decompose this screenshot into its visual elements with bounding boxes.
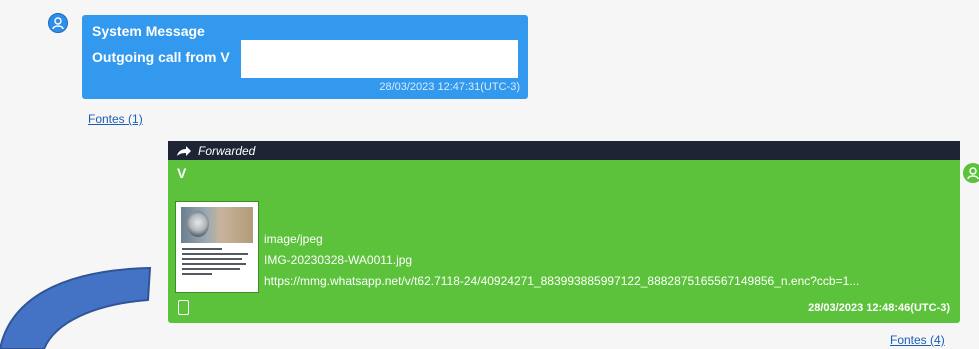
phone-icon	[178, 300, 189, 315]
user-icon	[48, 13, 68, 33]
watch-image	[187, 211, 209, 237]
attachment-url[interactable]: https://mmg.whatsapp.net/v/t62.7118-24/4…	[264, 271, 952, 292]
forwarded-header: Forwarded	[168, 141, 960, 160]
sender-name: V	[177, 165, 187, 181]
system-message-bubble[interactable]: System Message Outgoing call from V 28/0…	[82, 15, 528, 99]
system-message-title: System Message	[92, 23, 205, 39]
redaction-box	[241, 40, 518, 78]
chat-viewer: System Message Outgoing call from V 28/0…	[0, 0, 979, 349]
forward-arrow-icon	[176, 144, 192, 158]
sources-link[interactable]: Fontes (4)	[890, 333, 945, 347]
system-message-timestamp: 28/03/2023 12:47:31(UTC-3)	[379, 81, 520, 93]
attachment-mime-type: image/jpeg	[264, 232, 323, 246]
user-icon	[963, 163, 979, 183]
sources-link[interactable]: Fontes (1)	[88, 112, 143, 126]
forwarded-message-timestamp: 28/03/2023 12:48:46(UTC-3)	[808, 302, 950, 314]
image-thumbnail[interactable]	[175, 201, 259, 293]
thumbnail-photo	[181, 207, 253, 243]
attachment-info: image/jpeg IMG-20230328-WA0011.jpg https…	[264, 229, 952, 292]
forwarded-message-bubble[interactable]: V image/jpeg IMG-20230328-WA0011.jpg htt…	[168, 160, 960, 323]
attachment-filename[interactable]: IMG-20230328-WA0011.jpg	[264, 250, 952, 271]
forwarded-label: Forwarded	[198, 143, 256, 158]
